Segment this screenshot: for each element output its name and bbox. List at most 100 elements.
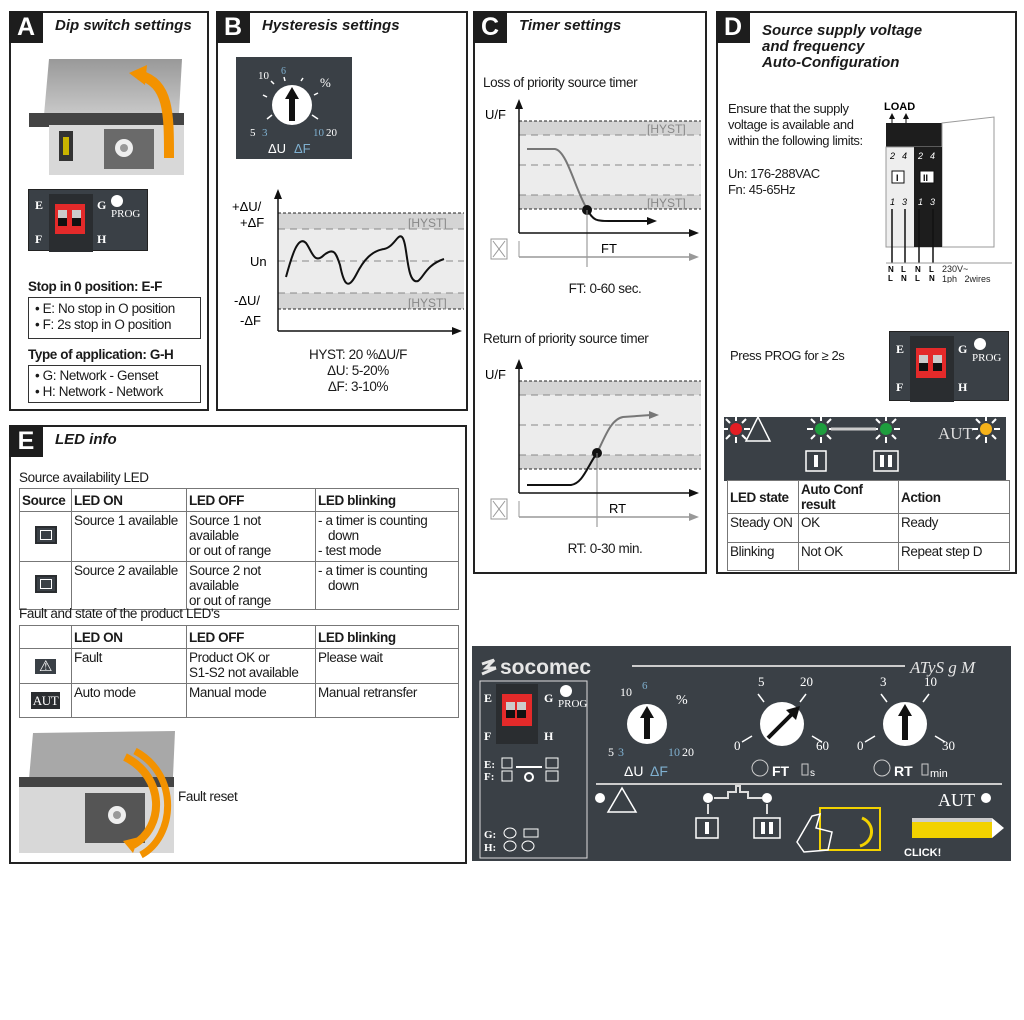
svg-text:1: 1 bbox=[890, 197, 895, 207]
svg-text:N: N bbox=[901, 274, 907, 283]
svg-text:[HYST]: [HYST] bbox=[647, 122, 686, 136]
led-indicator-bar: AUT bbox=[722, 415, 1006, 481]
prog-button[interactable] bbox=[560, 685, 572, 697]
hourglass-icon bbox=[490, 238, 508, 260]
svg-text:CLICK!: CLICK! bbox=[904, 847, 941, 859]
svg-text:ΔU: ΔU bbox=[624, 763, 643, 779]
source-led-heading: Source availability LED bbox=[19, 470, 149, 485]
svg-text:20: 20 bbox=[682, 745, 694, 759]
aut-icon: AUT bbox=[30, 692, 61, 709]
loss-timer-heading: Loss of priority source timer bbox=[483, 75, 638, 90]
svg-text:min: min bbox=[930, 768, 948, 780]
svg-text:AUT: AUT bbox=[938, 790, 975, 810]
svg-text:U/F: U/F bbox=[485, 107, 506, 122]
panel-led-info: E LED info Source availability LED Sourc… bbox=[9, 425, 467, 864]
fault-reset-label: Fault reset bbox=[178, 789, 238, 804]
section-title: LED info bbox=[55, 431, 117, 448]
svg-text:10: 10 bbox=[258, 70, 270, 82]
svg-text:ΔF: ΔF bbox=[294, 141, 311, 156]
svg-text:L: L bbox=[915, 274, 920, 283]
svg-text:FT: FT bbox=[601, 241, 617, 256]
fault-led bbox=[730, 423, 742, 435]
svg-text:Un: Un bbox=[250, 254, 267, 269]
svg-text:10: 10 bbox=[620, 685, 632, 699]
dip-switch-1[interactable] bbox=[919, 355, 928, 371]
svg-text:+ΔU/: +ΔU/ bbox=[232, 199, 262, 214]
svg-text:60: 60 bbox=[816, 738, 829, 753]
dip-switch-panel: E F G H PROG bbox=[889, 331, 1009, 402]
stop-heading: Stop in 0 position: E-F bbox=[28, 279, 163, 294]
source1-led bbox=[703, 793, 713, 803]
dip-switch-panel: E F G H PROG bbox=[28, 189, 148, 252]
svg-text:[HYST]: [HYST] bbox=[408, 296, 447, 310]
type-heading: Type of application: G-H bbox=[28, 347, 174, 362]
svg-text:5: 5 bbox=[758, 674, 765, 689]
svg-text:G: G bbox=[544, 691, 553, 705]
device-cover-open-illustration bbox=[29, 59, 184, 175]
svg-text:4: 4 bbox=[930, 151, 935, 161]
device-front-panel: socomec ATyS g M E F G H PROG E: F: G: H… bbox=[472, 646, 1011, 861]
section-title: Source supply voltage and frequency Auto… bbox=[762, 22, 923, 71]
svg-text:20: 20 bbox=[326, 127, 338, 139]
svg-text:H:: H: bbox=[484, 842, 496, 854]
voltage-limits: Un: 176-288VAC bbox=[728, 166, 820, 181]
prog-button[interactable] bbox=[974, 338, 986, 350]
svg-text:3: 3 bbox=[930, 197, 935, 207]
svg-text:5: 5 bbox=[250, 127, 256, 139]
fault-reset-illustration bbox=[19, 731, 175, 859]
svg-text:%: % bbox=[676, 693, 688, 708]
svg-text:N: N bbox=[929, 274, 935, 283]
svg-text:3: 3 bbox=[262, 127, 268, 139]
svg-text:3: 3 bbox=[902, 197, 907, 207]
rt-range: RT: 0-30 min. bbox=[567, 541, 643, 556]
source2-led bbox=[762, 793, 772, 803]
section-letter: A bbox=[9, 11, 43, 43]
svg-text:10: 10 bbox=[924, 674, 937, 689]
svg-text:ATyS g M: ATyS g M bbox=[909, 658, 976, 677]
dip-switch-2[interactable] bbox=[933, 355, 942, 371]
fault-led bbox=[595, 793, 605, 803]
svg-text:II: II bbox=[923, 173, 928, 183]
source2-led bbox=[880, 423, 892, 435]
svg-text:2: 2 bbox=[889, 151, 895, 161]
svg-text:N: N bbox=[915, 265, 921, 274]
source-led-table: Source LED ON LED OFF LED blinking Sourc… bbox=[19, 488, 459, 610]
svg-text:H: H bbox=[544, 729, 554, 743]
svg-text:0: 0 bbox=[857, 738, 864, 753]
svg-text:N: N bbox=[888, 265, 894, 274]
svg-text:6: 6 bbox=[281, 66, 286, 77]
svg-text:ΔF: ΔF bbox=[650, 763, 668, 779]
svg-text:30: 30 bbox=[942, 738, 955, 753]
section-title: Hysteresis settings bbox=[262, 17, 400, 34]
svg-text:L: L bbox=[901, 265, 906, 274]
loss-timer-graph: U/F [HYST] [HYST] FT bbox=[485, 99, 701, 267]
supply-intro: Ensure that the supply voltage is availa… bbox=[728, 101, 863, 148]
svg-text:RT: RT bbox=[609, 501, 626, 516]
svg-text:0: 0 bbox=[734, 738, 741, 753]
section-letter: C bbox=[473, 11, 507, 43]
dip-switch-2[interactable] bbox=[72, 210, 81, 226]
warning-icon: ⚠ bbox=[34, 658, 57, 674]
svg-text:5: 5 bbox=[608, 745, 614, 759]
source1-led bbox=[815, 423, 827, 435]
svg-text:3: 3 bbox=[880, 674, 887, 689]
svg-text:FT: FT bbox=[772, 763, 790, 779]
frequency-limits: Fn: 45-65Hz bbox=[728, 182, 796, 197]
svg-text:2: 2 bbox=[917, 151, 923, 161]
svg-text:+ΔF: +ΔF bbox=[240, 215, 264, 230]
type-options-box: • G: Network - Genset • H: Network - Net… bbox=[28, 365, 201, 403]
wiring-spec-phases: 1ph 2wires bbox=[942, 274, 991, 283]
svg-text:U/F: U/F bbox=[485, 367, 506, 382]
dip-switch-1[interactable] bbox=[58, 210, 67, 226]
svg-text:6: 6 bbox=[642, 680, 648, 692]
hysteresis-graph: +ΔU/ +ΔF Un -ΔU/ -ΔF [HYST] [HYST] bbox=[232, 189, 464, 335]
hysteresis-dial[interactable]: 10 6 % 5 3 10 20 ΔU ΔF bbox=[236, 57, 352, 159]
svg-text:L: L bbox=[929, 265, 934, 274]
wiring-diagram: LOAD 24 24 13 13 I II NLNL LNLN 230V~ 1p… bbox=[884, 101, 1012, 283]
section-title: Dip switch settings bbox=[55, 17, 192, 34]
svg-text:4: 4 bbox=[902, 151, 907, 161]
svg-text:-ΔU/: -ΔU/ bbox=[234, 293, 260, 308]
return-timer-graph: U/F RT bbox=[485, 359, 701, 527]
svg-text:socomec: socomec bbox=[500, 656, 591, 679]
prog-button[interactable] bbox=[111, 195, 123, 207]
